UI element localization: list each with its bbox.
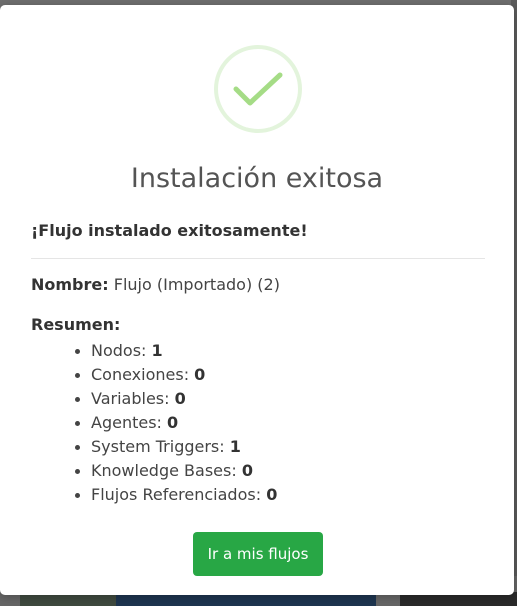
summary-item-value: 0: [266, 485, 278, 504]
summary-item-value: 1: [151, 341, 163, 360]
flow-name-row: Nombre: Flujo (Importado) (2): [31, 275, 280, 294]
flow-name-value: Flujo (Importado) (2): [113, 275, 280, 294]
divider: [31, 258, 485, 259]
summary-item-label: Conexiones:: [91, 365, 195, 384]
summary-item-value: 0: [167, 413, 179, 432]
flow-name-label: Nombre:: [31, 275, 109, 294]
summary-item-label: Flujos Referenciados:: [91, 485, 267, 504]
summary-item-nodos: Nodos: 1: [74, 339, 277, 363]
summary-item-knowledge-bases: Knowledge Bases: 0: [74, 459, 277, 483]
summary-item-label: Nodos:: [91, 341, 152, 360]
summary-item-variables: Variables: 0: [74, 387, 277, 411]
modal-subtitle: ¡Flujo instalado exitosamente!: [31, 221, 308, 240]
summary-item-flujos-referenciados: Flujos Referenciados: 0: [74, 483, 278, 507]
summary-item-value: 0: [241, 461, 253, 480]
success-icon-ring: [214, 45, 302, 133]
summary-label: Resumen:: [31, 315, 121, 334]
summary-item-agentes: Agentes: 0: [74, 411, 277, 435]
summary-item-label: System Triggers:: [91, 437, 230, 456]
success-modal: Instalación exitosa ¡Flujo instalado exi…: [0, 5, 514, 595]
summary-item-label: Variables:: [91, 389, 175, 408]
summary-list: Nodos: 1 Conexiones: 0 Variables: 0 Agen…: [74, 339, 278, 507]
summary-item-label: Knowledge Bases:: [91, 461, 242, 480]
summary-item-label: Agentes:: [91, 413, 168, 432]
go-to-my-flows-button[interactable]: Ir a mis flujos: [193, 532, 323, 576]
summary-item-conexiones: Conexiones: 0: [74, 363, 277, 387]
check-icon: [233, 72, 283, 106]
summary-item-value: 1: [229, 437, 241, 456]
modal-title: Instalación exitosa: [130, 163, 384, 194]
summary-item-value: 0: [194, 365, 206, 384]
summary-item-system-triggers: System Triggers: 1: [74, 435, 277, 459]
summary-item-value: 0: [174, 389, 186, 408]
